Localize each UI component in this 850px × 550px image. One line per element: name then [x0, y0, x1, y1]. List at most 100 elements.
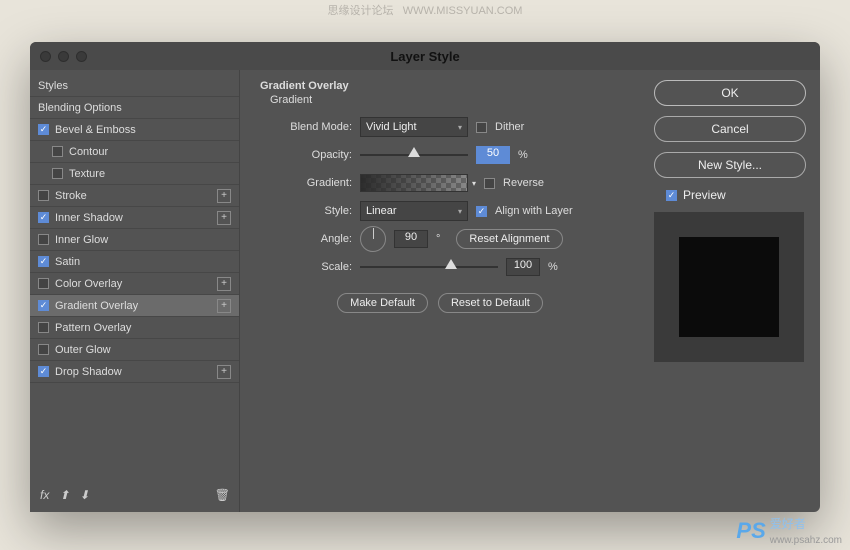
- add-effect-icon[interactable]: +: [217, 277, 231, 291]
- sidebar-item-bevel-emboss[interactable]: ✓ Bevel & Emboss: [30, 119, 239, 141]
- angle-input[interactable]: 90: [394, 230, 428, 248]
- align-checkbox[interactable]: ✓: [476, 206, 487, 217]
- sidebar-checkbox[interactable]: ✓: [38, 366, 49, 377]
- sidebar-checkbox[interactable]: [52, 146, 63, 157]
- percent-label: %: [548, 261, 558, 273]
- scale-input[interactable]: 100: [506, 258, 540, 276]
- sidebar-checkbox[interactable]: ✓: [38, 212, 49, 223]
- reset-alignment-button[interactable]: Reset Alignment: [456, 229, 562, 249]
- gradient-picker[interactable]: [360, 174, 468, 192]
- sidebar-item-styles[interactable]: Styles: [30, 75, 239, 97]
- add-effect-icon[interactable]: +: [217, 365, 231, 379]
- layer-style-dialog: Layer Style Styles Blending Options ✓ Bevel…: [30, 42, 820, 512]
- sidebar-checkbox[interactable]: ✓: [38, 256, 49, 267]
- watermark-top-left: 思缘设计论坛: [328, 5, 394, 17]
- cancel-button[interactable]: Cancel: [654, 116, 806, 142]
- sidebar-item-label: Styles: [38, 80, 68, 92]
- scale-label: Scale:: [260, 261, 352, 273]
- titlebar: Layer Style: [30, 42, 820, 70]
- sidebar-checkbox[interactable]: [38, 322, 49, 333]
- preview-checkbox[interactable]: ✓: [666, 190, 677, 201]
- arrow-up-icon[interactable]: ⬆: [59, 488, 69, 502]
- sidebar-item-label: Texture: [69, 168, 105, 180]
- sidebar-checkbox[interactable]: [38, 278, 49, 289]
- blend-mode-value: Vivid Light: [366, 121, 417, 133]
- gradient-label: Gradient:: [260, 177, 352, 189]
- sidebar-item-label: Color Overlay: [55, 278, 122, 290]
- panel-title: Gradient Overlay: [260, 80, 620, 92]
- dialog-title: Layer Style: [30, 49, 820, 64]
- sidebar-item-satin[interactable]: ✓ Satin: [30, 251, 239, 273]
- sidebar-checkbox[interactable]: [38, 234, 49, 245]
- sidebar-item-outer-glow[interactable]: Outer Glow: [30, 339, 239, 361]
- fx-menu[interactable]: fx: [40, 488, 49, 502]
- add-effect-icon[interactable]: +: [217, 211, 231, 225]
- scale-slider[interactable]: [360, 260, 498, 274]
- add-effect-icon[interactable]: +: [217, 189, 231, 203]
- watermark-top-right: WWW.MISSYUAN.COM: [403, 5, 523, 17]
- sidebar-item-label: Inner Shadow: [55, 212, 123, 224]
- sidebar-item-label: Blending Options: [38, 102, 122, 114]
- blend-mode-label: Blend Mode:: [260, 121, 352, 133]
- dither-label: Dither: [495, 121, 524, 133]
- watermark-top: 思缘设计论坛 WWW.MISSYUAN.COM: [0, 2, 850, 18]
- sidebar-item-blending-options[interactable]: Blending Options: [30, 97, 239, 119]
- watermark-logo: PS: [736, 518, 765, 544]
- sidebar-item-label: Gradient Overlay: [55, 300, 138, 312]
- ok-button[interactable]: OK: [654, 80, 806, 106]
- chevron-down-icon: ▾: [458, 123, 462, 132]
- sidebar-checkbox[interactable]: [38, 344, 49, 355]
- sidebar-item-label: Outer Glow: [55, 344, 111, 356]
- opacity-input[interactable]: 50: [476, 146, 510, 164]
- sidebar-item-label: Stroke: [55, 190, 87, 202]
- gradient-overlay-panel: Gradient Overlay Gradient Blend Mode: Vi…: [240, 70, 640, 512]
- style-label: Style:: [260, 205, 352, 217]
- sidebar-checkbox[interactable]: [52, 168, 63, 179]
- chevron-down-icon: ▾: [458, 207, 462, 216]
- sidebar-item-label: Contour: [69, 146, 108, 158]
- align-label: Align with Layer: [495, 205, 573, 217]
- watermark-bottom: PS 爱好者 www.psahz.com: [736, 515, 842, 546]
- style-select[interactable]: Linear ▾: [360, 201, 468, 221]
- arrow-down-icon[interactable]: ⬇: [79, 488, 89, 502]
- add-effect-icon[interactable]: +: [217, 299, 231, 313]
- degree-label: °: [436, 233, 440, 245]
- angle-dial[interactable]: [360, 226, 386, 252]
- reset-default-button[interactable]: Reset to Default: [438, 293, 543, 313]
- sidebar-checkbox[interactable]: ✓: [38, 300, 49, 311]
- panel-subtitle: Gradient: [260, 94, 620, 106]
- sidebar-footer: fx ⬆ ⬇ 🗑: [30, 482, 240, 508]
- watermark-bottom-url: www.psahz.com: [770, 535, 842, 546]
- sidebar-item-gradient-overlay[interactable]: ✓ Gradient Overlay +: [30, 295, 239, 317]
- blend-mode-select[interactable]: Vivid Light ▾: [360, 117, 468, 137]
- sidebar-checkbox[interactable]: [38, 190, 49, 201]
- sidebar-item-label: Satin: [55, 256, 80, 268]
- opacity-label: Opacity:: [260, 149, 352, 161]
- sidebar-item-stroke[interactable]: Stroke +: [30, 185, 239, 207]
- sidebar-item-inner-shadow[interactable]: ✓ Inner Shadow +: [30, 207, 239, 229]
- sidebar-item-contour[interactable]: Contour: [30, 141, 239, 163]
- sidebar-item-label: Inner Glow: [55, 234, 108, 246]
- watermark-bottom-label: 爱好者: [770, 517, 806, 531]
- angle-label: Angle:: [260, 233, 352, 245]
- make-default-button[interactable]: Make Default: [337, 293, 428, 313]
- dither-checkbox[interactable]: [476, 122, 487, 133]
- sidebar-item-pattern-overlay[interactable]: Pattern Overlay: [30, 317, 239, 339]
- sidebar-item-drop-shadow[interactable]: ✓ Drop Shadow +: [30, 361, 239, 383]
- chevron-down-icon[interactable]: ▾: [472, 179, 476, 188]
- sidebar-checkbox[interactable]: ✓: [38, 124, 49, 135]
- sidebar-item-label: Pattern Overlay: [55, 322, 131, 334]
- sidebar-item-label: Drop Shadow: [55, 366, 122, 378]
- reverse-checkbox[interactable]: [484, 178, 495, 189]
- new-style-button[interactable]: New Style...: [654, 152, 806, 178]
- sidebar-item-texture[interactable]: Texture: [30, 163, 239, 185]
- trash-icon[interactable]: 🗑: [215, 488, 230, 502]
- preview-label: Preview: [683, 188, 726, 202]
- sidebar-item-inner-glow[interactable]: Inner Glow: [30, 229, 239, 251]
- opacity-slider[interactable]: [360, 148, 468, 162]
- styles-sidebar: Styles Blending Options ✓ Bevel & Emboss Con…: [30, 70, 240, 512]
- percent-label: %: [518, 149, 528, 161]
- preview-thumbnail: [654, 212, 804, 362]
- sidebar-item-label: Bevel & Emboss: [55, 124, 136, 136]
- sidebar-item-color-overlay[interactable]: Color Overlay +: [30, 273, 239, 295]
